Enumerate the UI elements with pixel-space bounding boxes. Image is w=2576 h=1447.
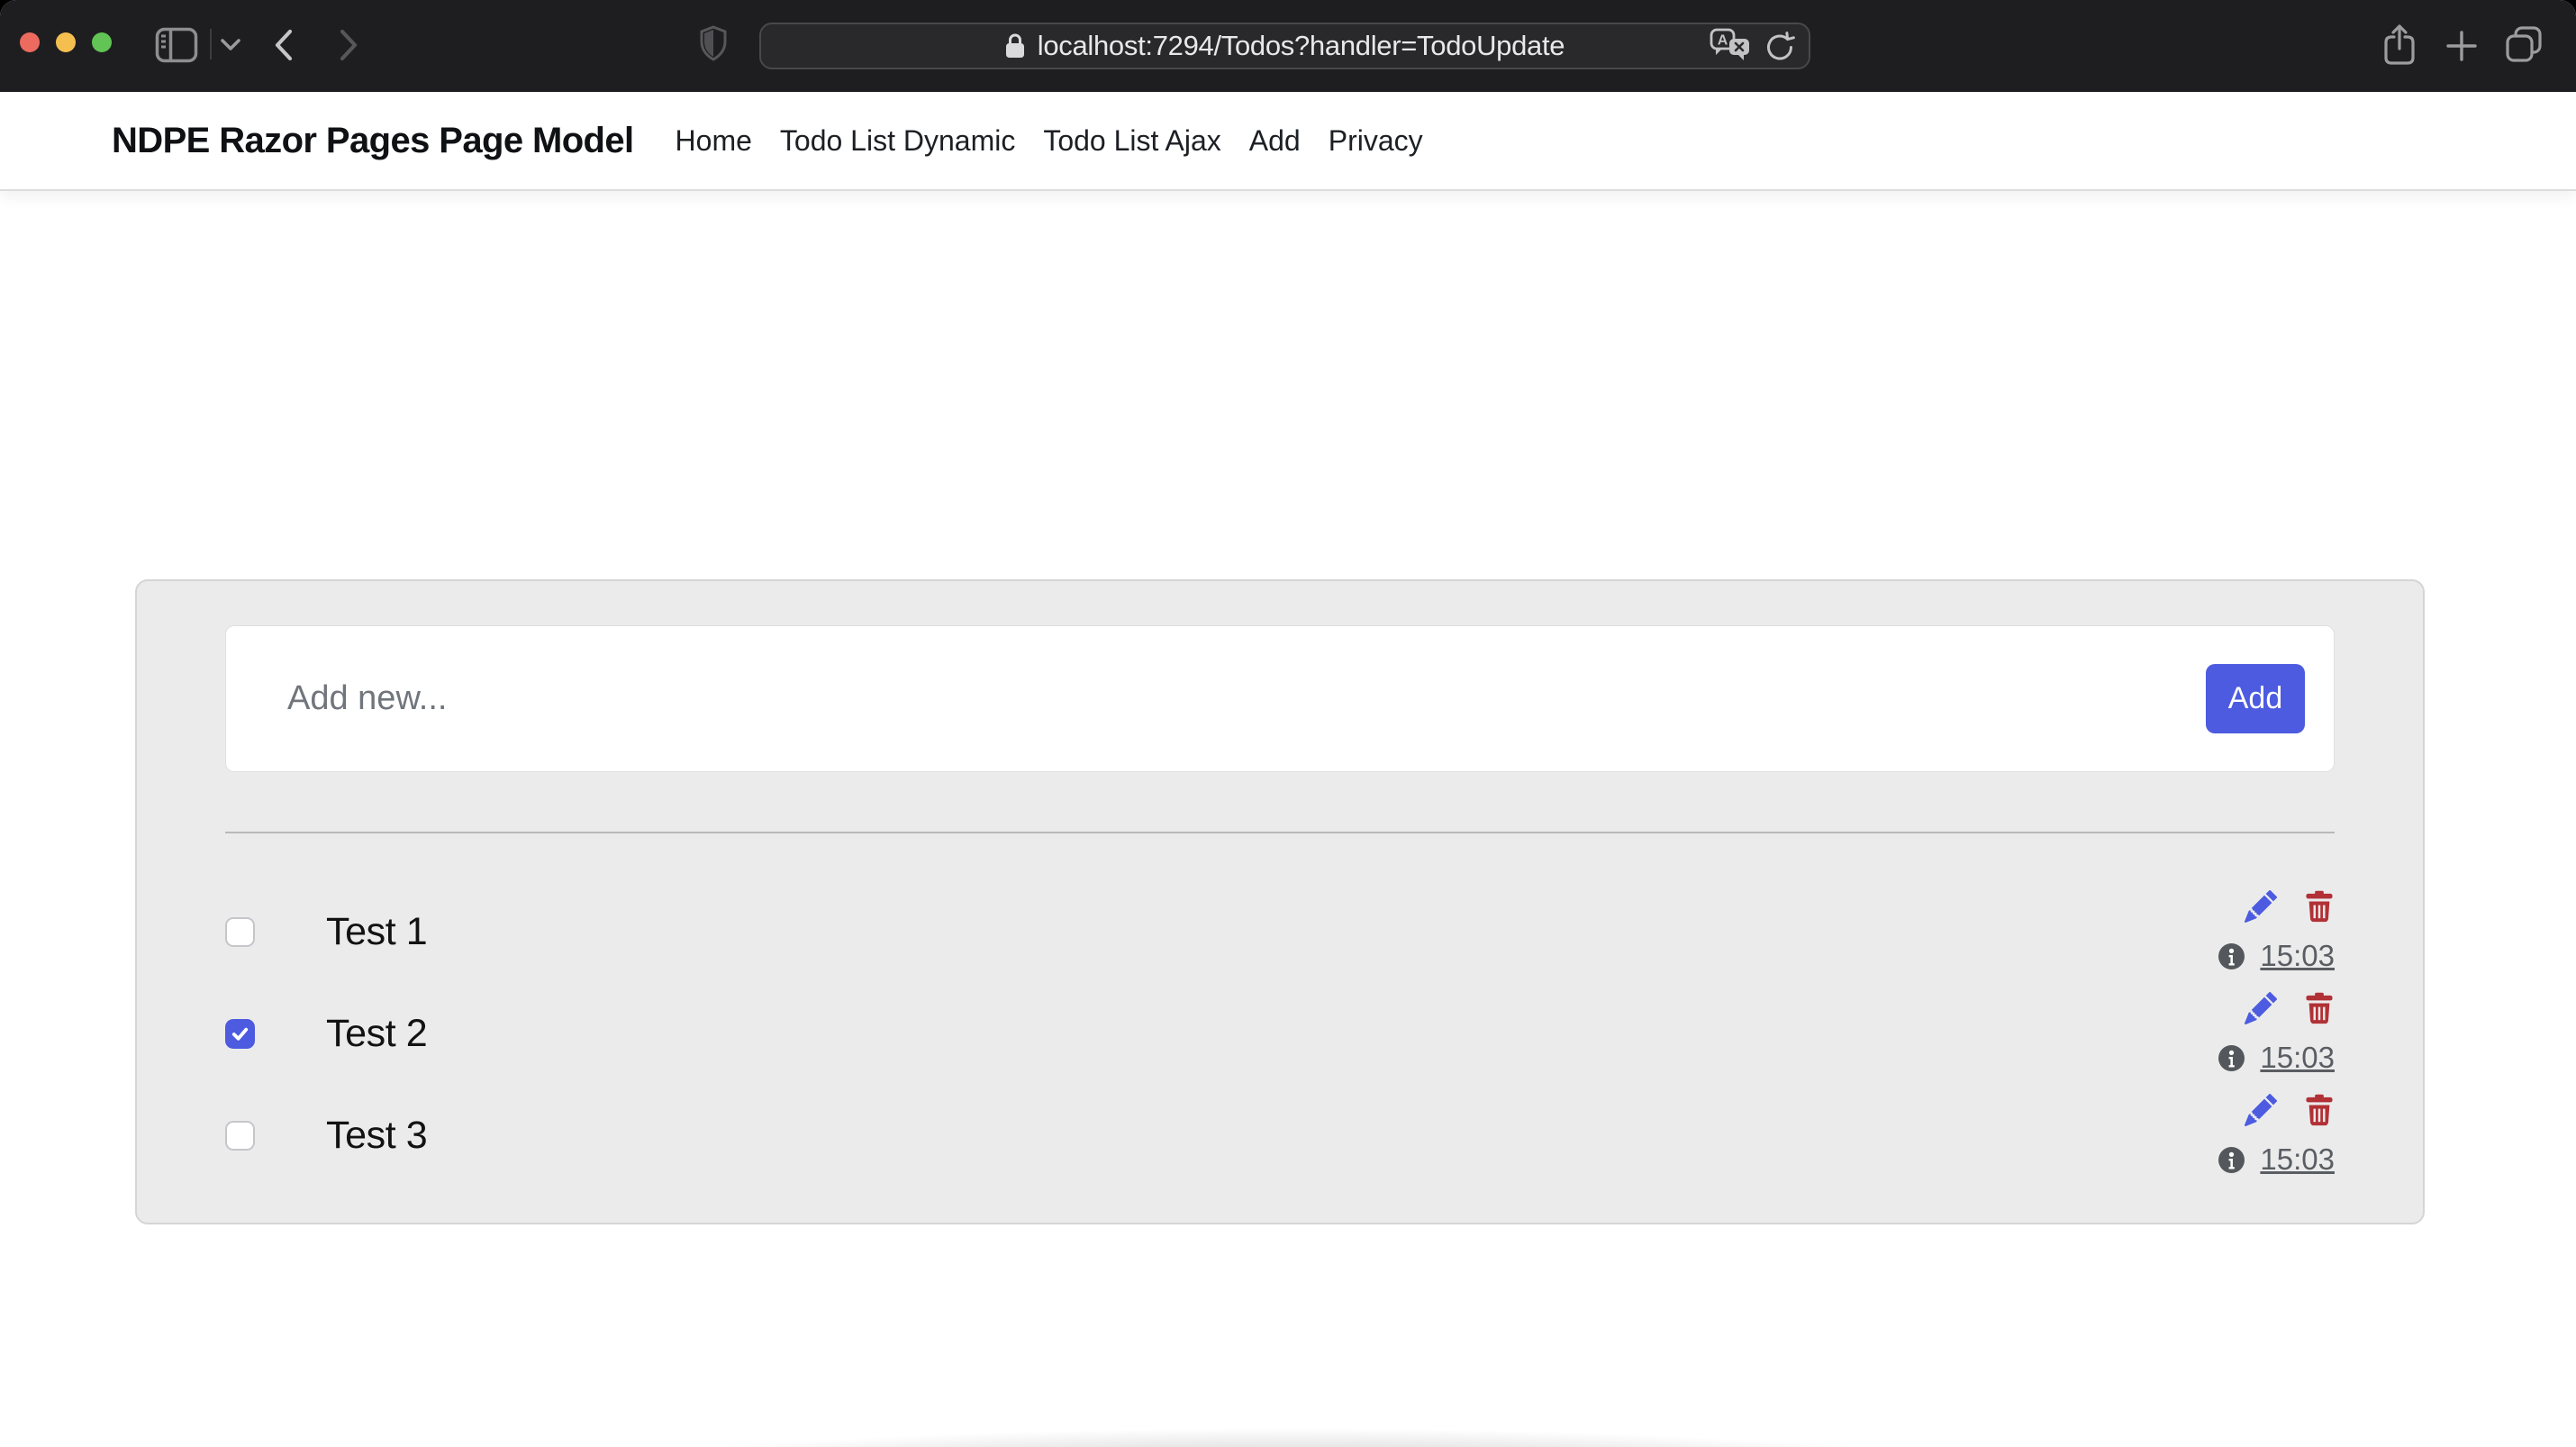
traffic-light-zoom[interactable]: [92, 32, 112, 52]
reload-icon[interactable]: [1764, 29, 1796, 63]
timestamp-link[interactable]: 15:03: [2260, 939, 2335, 973]
todo-card: Add Test 1: [135, 579, 2425, 1224]
action-line: [2245, 890, 2335, 923]
add-button[interactable]: Add: [2206, 664, 2305, 733]
action-line: [2245, 992, 2335, 1024]
nav-link-home[interactable]: Home: [676, 124, 752, 158]
nav-links: Home Todo List Dynamic Todo List Ajax Ad…: [676, 124, 1423, 158]
todo-checkbox[interactable]: [225, 1121, 255, 1151]
shield-icon[interactable]: [699, 25, 728, 61]
nav-link-add[interactable]: Add: [1249, 124, 1301, 158]
todo-label: Test 1: [326, 910, 427, 954]
chevron-down-icon[interactable]: [220, 38, 241, 52]
info-icon[interactable]: [2218, 1147, 2245, 1173]
info-icon[interactable]: [2218, 1045, 2245, 1071]
trash-icon: [2304, 992, 2335, 1024]
time-line: 15:03: [2218, 1041, 2335, 1075]
traffic-light-minimize[interactable]: [56, 32, 76, 52]
forward-icon[interactable]: [337, 27, 360, 63]
delete-button[interactable]: [2304, 992, 2335, 1024]
edit-button[interactable]: [2245, 890, 2277, 923]
browser-chrome: localhost:7294/Todos?handler=TodoUpdate …: [0, 0, 2576, 92]
todo-label: Test 3: [326, 1114, 427, 1158]
sidebar-toggle-icon[interactable]: [155, 27, 198, 63]
info-icon[interactable]: [2218, 943, 2245, 969]
time-line: 15:03: [2218, 939, 2335, 973]
nav-link-todo-list-dynamic[interactable]: Todo List Dynamic: [780, 124, 1015, 158]
edit-button[interactable]: [2245, 1094, 2277, 1126]
timestamp-link[interactable]: 15:03: [2260, 1142, 2335, 1177]
todo-checkbox[interactable]: [225, 1019, 255, 1049]
tab-overview-icon[interactable]: [2504, 25, 2544, 63]
time-line: 15:03: [2218, 1142, 2335, 1177]
pencil-icon: [2245, 992, 2277, 1024]
todo-row-left: Test 3: [225, 1114, 427, 1158]
edit-button[interactable]: [2245, 992, 2277, 1024]
window-drop-shadow: [306, 1393, 2270, 1447]
timestamp-link[interactable]: 15:03: [2260, 1041, 2335, 1075]
add-todo-input[interactable]: [226, 626, 2206, 771]
trash-icon: [2304, 890, 2335, 923]
todo-row: Test 1: [225, 887, 2335, 976]
divider: [210, 29, 212, 59]
back-icon[interactable]: [272, 27, 295, 63]
check-icon: [230, 1024, 250, 1044]
todo-checkbox[interactable]: [225, 917, 255, 947]
url-text: localhost:7294/Todos?handler=TodoUpdate: [1038, 30, 1565, 62]
nav-link-privacy[interactable]: Privacy: [1329, 124, 1423, 158]
todo-list: Test 1: [225, 887, 2335, 1179]
todo-row-actions: 15:03: [2218, 992, 2335, 1075]
action-line: [2245, 1094, 2335, 1126]
app-navbar: NDPE Razor Pages Page Model Home Todo Li…: [0, 92, 2576, 191]
pencil-icon: [2245, 1094, 2277, 1126]
divider: [225, 832, 2335, 833]
todo-row: Test 3: [225, 1091, 2335, 1179]
pencil-icon: [2245, 890, 2277, 923]
todo-label: Test 2: [326, 1012, 427, 1056]
nav-link-todo-list-ajax[interactable]: Todo List Ajax: [1043, 124, 1220, 158]
trash-icon: [2304, 1094, 2335, 1126]
todo-row-left: Test 2: [225, 1012, 427, 1056]
new-tab-icon[interactable]: [2444, 29, 2479, 63]
traffic-light-close[interactable]: [20, 32, 40, 52]
address-bar[interactable]: localhost:7294/Todos?handler=TodoUpdate …: [759, 23, 1810, 69]
share-icon[interactable]: [2383, 23, 2416, 65]
todo-row-left: Test 1: [225, 910, 427, 954]
delete-button[interactable]: [2304, 1094, 2335, 1126]
todo-row: Test 2: [225, 989, 2335, 1078]
translate-icon[interactable]: A: [1710, 28, 1751, 64]
svg-text:A: A: [1718, 33, 1728, 49]
add-todo-panel: Add: [225, 625, 2335, 772]
todo-row-actions: 15:03: [2218, 890, 2335, 973]
brand-link[interactable]: NDPE Razor Pages Page Model: [112, 121, 634, 161]
todo-row-actions: 15:03: [2218, 1094, 2335, 1177]
lock-icon: [1005, 32, 1025, 59]
delete-button[interactable]: [2304, 890, 2335, 923]
browser-window: localhost:7294/Todos?handler=TodoUpdate …: [0, 0, 2576, 1447]
